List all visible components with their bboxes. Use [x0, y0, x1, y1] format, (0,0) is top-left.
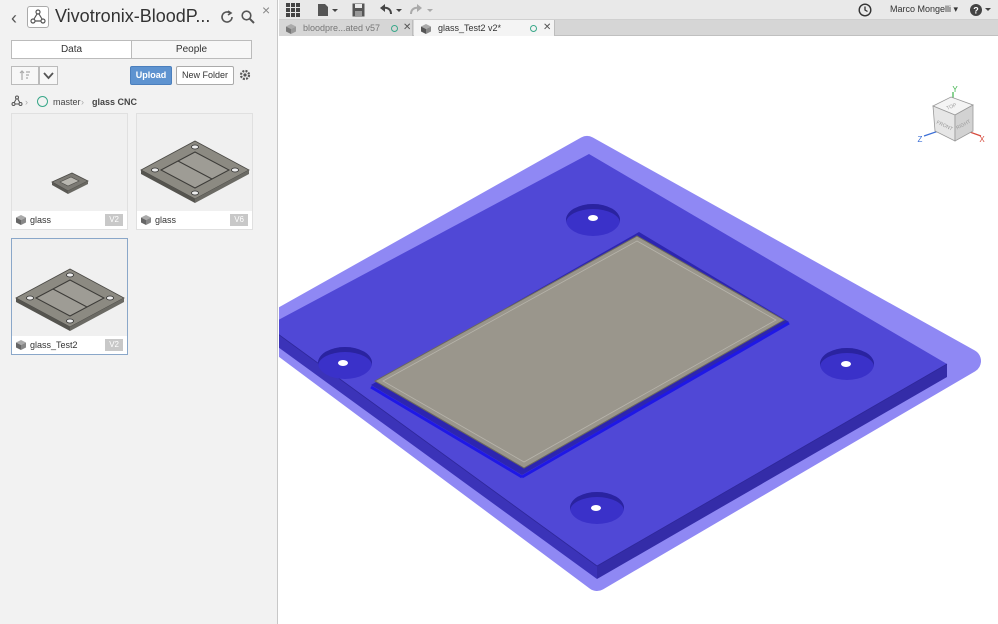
close-tab-icon[interactable]: ✕	[543, 20, 551, 36]
document-tab-active[interactable]: glass_Test2 v2* ✕	[414, 20, 555, 36]
help-icon[interactable]: ?	[969, 3, 993, 17]
design-file-icon	[16, 215, 26, 225]
breadcrumb-branch[interactable]: master	[53, 95, 81, 109]
file-thumbnail	[12, 114, 127, 211]
sync-status-icon	[530, 25, 537, 32]
clock-icon[interactable]	[858, 3, 872, 17]
new-folder-button[interactable]: New Folder	[176, 66, 234, 85]
file-name: glass	[30, 215, 52, 225]
file-name: glass	[155, 215, 177, 225]
refresh-icon[interactable]	[219, 9, 235, 25]
version-badge: V6	[230, 214, 248, 226]
tab-label: bloodpre...ated v57	[303, 23, 381, 33]
sort-icon	[19, 70, 30, 80]
mounting-hole-bottom	[570, 492, 624, 524]
document-tabs: bloodpre...ated v57 ✕ glass_Test2 v2* ✕	[279, 20, 998, 36]
axis-z-label: Z	[918, 135, 923, 144]
sort-button[interactable]	[11, 66, 39, 85]
axis-x-label: X	[979, 135, 985, 144]
document-tab[interactable]: bloodpre...ated v57 ✕	[279, 20, 413, 36]
search-icon[interactable]	[240, 9, 256, 25]
gear-icon[interactable]	[238, 67, 252, 83]
view-cube[interactable]: TOP FRONT RIGHT Y Z X	[915, 84, 987, 164]
design-file-icon	[421, 23, 431, 34]
file-card[interactable]: glass V6	[136, 113, 253, 230]
top-toolbar: Marco Mongelli ▾ ?	[279, 0, 998, 20]
close-tab-icon[interactable]: ✕	[403, 20, 411, 36]
breadcrumb-folder: glass CNC	[92, 97, 138, 107]
panel-header: ‹ Vivotronix-BloodP... ×	[0, 0, 278, 36]
tab-people[interactable]: People	[131, 40, 252, 59]
grid-menu-icon[interactable]	[286, 3, 300, 17]
branch-icon	[37, 96, 48, 107]
hub-breadcrumb-icon[interactable]	[11, 95, 23, 109]
project-title: Vivotronix-BloodP...	[55, 6, 211, 26]
back-chevron-icon[interactable]: ‹	[7, 8, 21, 28]
file-card-selected[interactable]: glass_Test2 V2	[11, 238, 128, 355]
sort-dropdown-button[interactable]	[39, 66, 58, 85]
version-badge: V2	[105, 339, 123, 351]
mounting-hole-left	[318, 347, 372, 379]
mounting-hole-right	[820, 348, 874, 380]
upload-button[interactable]: Upload	[130, 66, 172, 85]
tab-data[interactable]: Data	[11, 40, 132, 59]
design-file-icon	[141, 215, 151, 225]
design-file-icon	[286, 23, 296, 34]
breadcrumb-separator-icon: ›	[81, 97, 84, 107]
tab-label: glass_Test2 v2*	[438, 23, 502, 33]
mounting-hole-top	[566, 204, 620, 236]
svg-text:?: ?	[973, 6, 979, 16]
design-file-icon	[16, 340, 26, 350]
chevron-down-icon	[43, 72, 54, 80]
redo-icon[interactable]	[409, 3, 435, 17]
version-badge: V2	[105, 214, 123, 226]
app-window: ‹ Vivotronix-BloodP... × Data People Upl…	[0, 0, 998, 624]
file-menu-icon[interactable]	[317, 3, 339, 17]
close-panel-icon[interactable]: ×	[262, 2, 270, 18]
file-thumbnail	[12, 239, 127, 336]
file-name: glass_Test2	[30, 340, 78, 350]
data-panel: ‹ Vivotronix-BloodP... × Data People Upl…	[0, 0, 278, 624]
3d-viewport[interactable]: TOP FRONT RIGHT Y Z X	[279, 36, 998, 624]
save-icon[interactable]	[352, 3, 365, 17]
undo-icon[interactable]	[379, 3, 403, 17]
breadcrumb-separator-icon: ›	[25, 97, 28, 107]
axis-y-label: Y	[952, 85, 958, 94]
file-thumbnail	[137, 114, 252, 211]
file-card[interactable]: glass V2	[11, 113, 128, 230]
model-canvas	[279, 136, 981, 591]
user-menu[interactable]: Marco Mongelli ▾	[890, 4, 958, 15]
sync-status-icon	[391, 25, 398, 32]
hub-logo-icon	[27, 6, 49, 28]
